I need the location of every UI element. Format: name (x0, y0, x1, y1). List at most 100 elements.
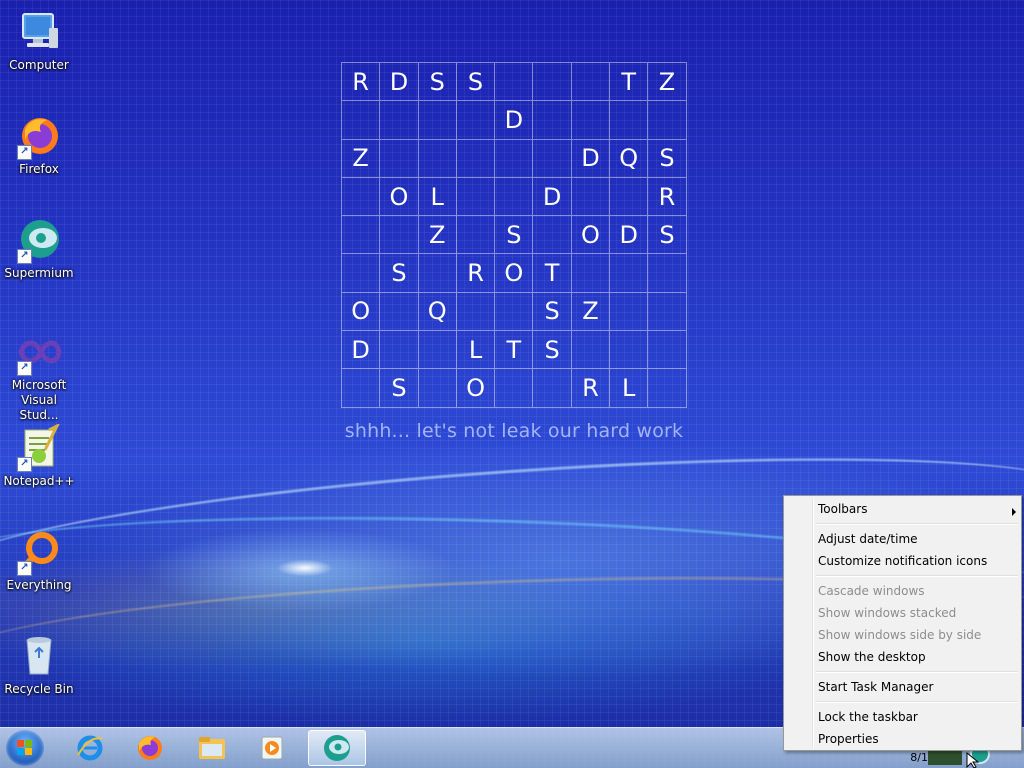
grid-cell: S (380, 254, 419, 293)
windows-logo-icon (17, 740, 33, 756)
grid-cell: L (456, 331, 496, 370)
desktop-icon-computer[interactable]: Computer (2, 8, 76, 73)
grid-cell (456, 177, 496, 217)
desktop-icon-notepadpp[interactable]: ↗ Notepad++ (2, 422, 76, 489)
grid-cell (342, 216, 381, 255)
tray-clock[interactable]: 8/1 (910, 751, 928, 764)
menu-item-label: Adjust date/time (818, 532, 918, 546)
grid-cell (342, 177, 381, 217)
grid-cell (648, 101, 687, 140)
recycle-bin-icon (15, 632, 63, 680)
taskbar-media-player[interactable] (246, 730, 298, 766)
grid-cell: D (571, 139, 611, 178)
desktop-icon-label: Notepad++ (3, 474, 75, 488)
menu-item-label: Cascade windows (818, 584, 925, 598)
menu-item-cascade-windows: Cascade windows (818, 581, 925, 601)
supermium-icon: ↗ (15, 216, 63, 264)
show-desktop-thumbnail (928, 751, 962, 765)
taskbar-context-menu: Toolbars Adjust date/time Customize noti… (783, 495, 1022, 751)
taskbar-file-explorer[interactable] (186, 730, 238, 766)
grid-cell (495, 177, 534, 217)
menu-item-label: Show the desktop (818, 650, 926, 664)
menu-item-show-windows-side-by-side: Show windows side by side (818, 625, 981, 645)
grid-cell (456, 292, 496, 332)
grid-cell (648, 292, 687, 332)
grid-cell (495, 139, 534, 178)
grid-cell: S (456, 63, 496, 102)
menu-item-lock-the-taskbar[interactable]: Lock the taskbar (818, 707, 918, 727)
file-explorer-icon (199, 737, 225, 759)
grid-cell: S (418, 63, 457, 102)
grid-cell (495, 292, 534, 332)
grid-cell: Z (648, 63, 687, 102)
menu-item-customize-notification-icons[interactable]: Customize notification icons (818, 551, 987, 571)
grid-cell (533, 63, 572, 102)
desktop-icon-visual-studio[interactable]: ↗ Microsoft Visual Stud... (2, 328, 76, 423)
taskbar-internet-explorer[interactable] (64, 730, 116, 766)
grid-cell: Z (342, 139, 381, 178)
menu-item-label: Customize notification icons (818, 554, 988, 568)
grid-cell (610, 177, 649, 217)
grid-cell: D (533, 177, 572, 217)
desktop-icon-recycle-bin[interactable]: Recycle Bin (2, 632, 76, 697)
firefox-icon (138, 736, 162, 760)
start-button[interactable] (6, 730, 44, 766)
internet-explorer-icon (77, 735, 103, 761)
taskbar-firefox[interactable] (124, 730, 176, 766)
grid-cell: S (648, 139, 687, 178)
everything-icon: ↗ (15, 528, 63, 576)
shortcut-arrow-icon: ↗ (17, 361, 32, 376)
grid-cell (418, 369, 457, 408)
grid-cell: T (495, 331, 534, 370)
grid-cell (380, 331, 419, 370)
desktop-icon-label: Everything (6, 578, 72, 592)
grid-cell (418, 101, 457, 140)
grid-cell: O (571, 216, 611, 255)
desktop-icon-everything[interactable]: ↗ Everything (2, 528, 76, 593)
grid-cell (533, 101, 572, 140)
grid-cell: L (418, 177, 457, 217)
grid-cell (648, 369, 687, 408)
grid-cell (610, 331, 649, 370)
grid-cell (610, 101, 649, 140)
grid-cell (418, 139, 457, 178)
wallpaper-caption: shhh... let's not leak our hard work (344, 420, 684, 442)
menu-item-show-the-desktop[interactable]: Show the desktop (818, 647, 926, 667)
menu-item-label: Lock the taskbar (818, 710, 918, 724)
menu-item-label: Start Task Manager (818, 680, 934, 694)
grid-cell: T (610, 63, 649, 102)
menu-item-start-task-manager[interactable]: Start Task Manager (818, 677, 933, 697)
menu-gutter (812, 498, 814, 748)
grid-cell (380, 101, 419, 140)
firefox-icon: ↗ (15, 112, 63, 160)
grid-cell: R (456, 254, 496, 293)
desktop-icon-firefox[interactable]: ↗ Firefox (2, 112, 76, 177)
grid-cell (342, 101, 381, 140)
grid-cell: S (648, 216, 687, 255)
grid-cell: O (380, 177, 419, 217)
grid-cell: O (342, 292, 381, 332)
menu-separator (816, 701, 1018, 703)
grid-cell (571, 177, 611, 217)
grid-cell: O (456, 369, 496, 408)
taskbar-supermium[interactable] (308, 730, 366, 766)
grid-cell: D (380, 63, 419, 102)
grid-cell: S (380, 369, 419, 408)
submenu-arrow-icon (1012, 508, 1016, 516)
menu-item-toolbars[interactable]: Toolbars (818, 499, 1016, 519)
grid-cell: Z (418, 216, 457, 255)
desktop-icon-label: Computer (9, 58, 69, 72)
grid-cell: S (533, 331, 572, 370)
desktop-icon-supermium[interactable]: ↗ Supermium (2, 216, 76, 281)
grid-cell (571, 331, 611, 370)
grid-cell (342, 254, 381, 293)
menu-item-adjust-date-time[interactable]: Adjust date/time (818, 529, 918, 549)
grid-cell: Q (610, 139, 649, 178)
computer-icon (15, 8, 63, 56)
menu-item-properties[interactable]: Properties (818, 729, 879, 749)
grid-cell (533, 139, 572, 178)
media-player-icon (261, 736, 283, 760)
desktop-icon-label: Firefox (19, 162, 59, 176)
grid-cell: O (495, 254, 534, 293)
grid-cell: T (533, 254, 572, 293)
